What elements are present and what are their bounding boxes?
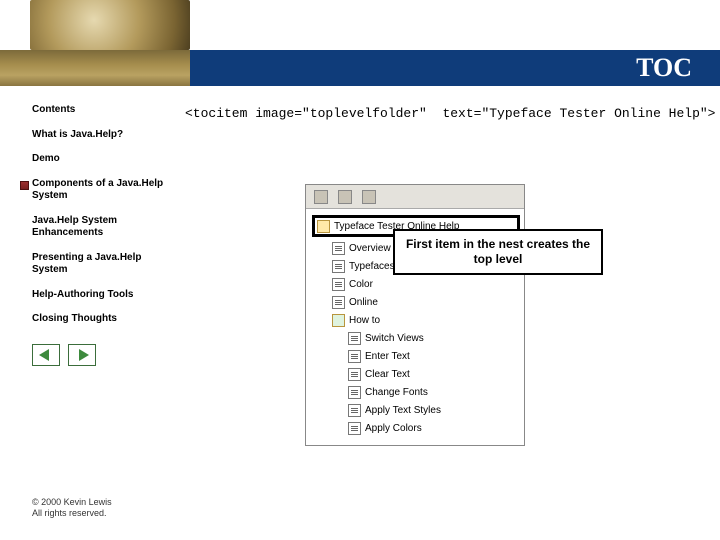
sidebar-item-demo[interactable]: Demo [32,153,175,166]
tree-label: Apply Text Styles [365,405,441,416]
page-icon [332,242,345,255]
page-icon [348,404,361,417]
tree-label: Color [349,279,373,290]
page-icon [332,296,345,309]
page-icon [348,368,361,381]
tree-item: Change Fonts [312,383,524,401]
page-icon [348,386,361,399]
page-title: TOC [636,53,692,83]
rights-line: All rights reserved. [32,508,112,520]
toolbar-icon [362,190,376,204]
tree-item: Apply Colors [312,419,524,437]
sidebar-item-closing[interactable]: Closing Thoughts [32,313,175,326]
page-icon [332,278,345,291]
folder-icon [332,314,345,327]
tree-folder-howto: How to [312,311,524,329]
tree-label: Online [349,297,378,308]
tree-label: Clear Text [365,369,410,380]
tree-label: Apply Colors [365,423,422,434]
tree-item: Enter Text [312,347,524,365]
tree-label: Change Fonts [365,387,428,398]
tree-item: Color [312,275,524,293]
tree-item: Switch Views [312,329,524,347]
tree-label: Enter Text [365,351,410,362]
header-accent-gold [0,50,190,86]
tree-label: Typefaces [349,261,395,272]
tree-item: Apply Text Styles [312,401,524,419]
header-accent-blue: TOC [190,50,720,86]
prev-button[interactable] [32,344,60,366]
toc-toolbar [306,185,524,209]
sidebar-item-contents[interactable]: Contents [32,104,175,117]
page-icon [332,260,345,273]
arrow-right-icon [75,349,89,361]
arrow-left-icon [39,349,53,361]
tree-item: Clear Text [312,365,524,383]
page-icon [348,332,361,345]
slide-header: TOC [0,0,720,86]
tree-label: How to [349,315,380,326]
slide-main: <tocitem image="toplevelfolder" text="Ty… [185,104,720,366]
sidebar-item-enhancements[interactable]: Java.Help System Enhancements [32,215,175,240]
sidebar-item-presenting[interactable]: Presenting a Java.Help System [32,252,175,277]
code-snippet: <tocitem image="toplevelfolder" text="Ty… [185,106,720,121]
javahelp-toc-screenshot: Typeface Tester Online Help Overview Typ… [305,184,525,446]
next-button[interactable] [68,344,96,366]
copyright-line: © 2000 Kevin Lewis [32,497,112,509]
page-icon [348,422,361,435]
sidebar-item-tools[interactable]: Help-Authoring Tools [32,289,175,302]
sidebar-item-components[interactable]: Components of a Java.Help System [32,178,175,203]
folder-icon [317,220,330,233]
footer: © 2000 Kevin Lewis All rights reserved. [32,497,112,520]
toc-sidebar: Contents What is Java.Help? Demo Compone… [0,104,185,366]
sidebar-item-what-is[interactable]: What is Java.Help? [32,129,175,142]
toolbar-icon [338,190,352,204]
tree-label: Switch Views [365,333,424,344]
annotation-callout: First item in the nest creates the top l… [393,229,603,275]
tree-label: Overview [349,243,391,254]
toolbar-icon [314,190,328,204]
page-icon [348,350,361,363]
header-photo [30,0,190,50]
tree-item: Online [312,293,524,311]
